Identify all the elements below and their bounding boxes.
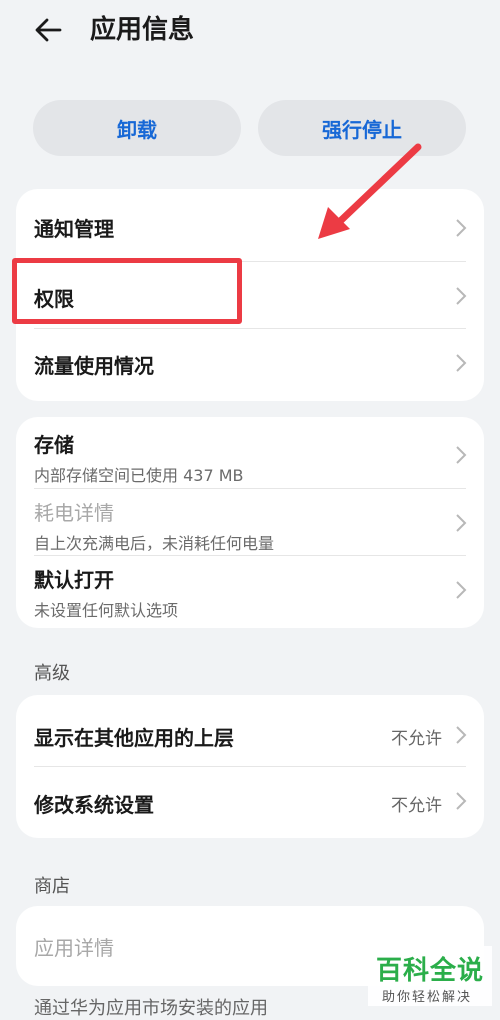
chevron-right-icon: [456, 354, 467, 372]
chevron-right-icon: [456, 581, 467, 599]
item-value: 不允许: [391, 729, 442, 749]
modify-system-settings-item[interactable]: 修改系统设置 不允许: [16, 767, 484, 838]
open-by-default-item[interactable]: 默认打开 未设置任何默认选项: [16, 556, 484, 628]
watermark-logo: 百科全说 助你轻松解决: [368, 946, 492, 1006]
store-footer-text: 通过华为应用市场安装的应用: [34, 998, 268, 1019]
item-subtitle: 自上次充满电后，未消耗任何电量: [34, 534, 275, 553]
chevron-right-icon: [456, 446, 467, 464]
chevron-right-icon: [456, 219, 467, 237]
chevron-right-icon: [456, 726, 467, 744]
uninstall-button[interactable]: 卸载: [33, 100, 241, 156]
settings-card-advanced: 显示在其他应用的上层 不允许 修改系统设置 不允许: [16, 695, 484, 838]
battery-usage-item[interactable]: 耗电详情 自上次充满电后，未消耗任何电量: [16, 489, 484, 555]
item-title: 通知管理: [34, 217, 114, 241]
highlight-box: [12, 258, 242, 324]
data-usage-item[interactable]: 流量使用情况: [16, 329, 484, 401]
item-title: 应用详情: [34, 936, 114, 960]
page-title: 应用信息: [90, 15, 195, 45]
title-bar: 应用信息: [0, 0, 500, 60]
pointer-arrow-icon: [318, 143, 422, 239]
item-title: 默认打开: [34, 568, 114, 592]
item-title: 流量使用情况: [34, 354, 154, 378]
storage-item[interactable]: 存储 内部存储空间已使用 437 MB: [16, 417, 484, 488]
item-title: 显示在其他应用的上层: [34, 726, 234, 750]
display-over-other-apps-item[interactable]: 显示在其他应用的上层 不允许: [16, 695, 484, 766]
watermark-title: 百科全说: [376, 956, 485, 986]
section-label-store: 商店: [34, 876, 70, 897]
chevron-right-icon: [456, 287, 467, 305]
item-title: 耗电详情: [34, 501, 114, 525]
item-subtitle: 未设置任何默认选项: [34, 601, 179, 620]
back-arrow-icon[interactable]: [30, 14, 66, 46]
item-title: 存储: [34, 433, 74, 457]
settings-card-storage: 存储 内部存储空间已使用 437 MB 耗电详情 自上次充满电后，未消耗任何电量…: [16, 417, 484, 628]
watermark-tagline: 助你轻松解决: [382, 990, 473, 1005]
section-label-advanced: 高级: [34, 663, 70, 684]
item-subtitle: 内部存储空间已使用 437 MB: [34, 466, 244, 485]
item-value: 不允许: [391, 796, 442, 816]
item-title: 修改系统设置: [34, 793, 154, 817]
chevron-right-icon: [456, 792, 467, 810]
chevron-right-icon: [456, 514, 467, 532]
